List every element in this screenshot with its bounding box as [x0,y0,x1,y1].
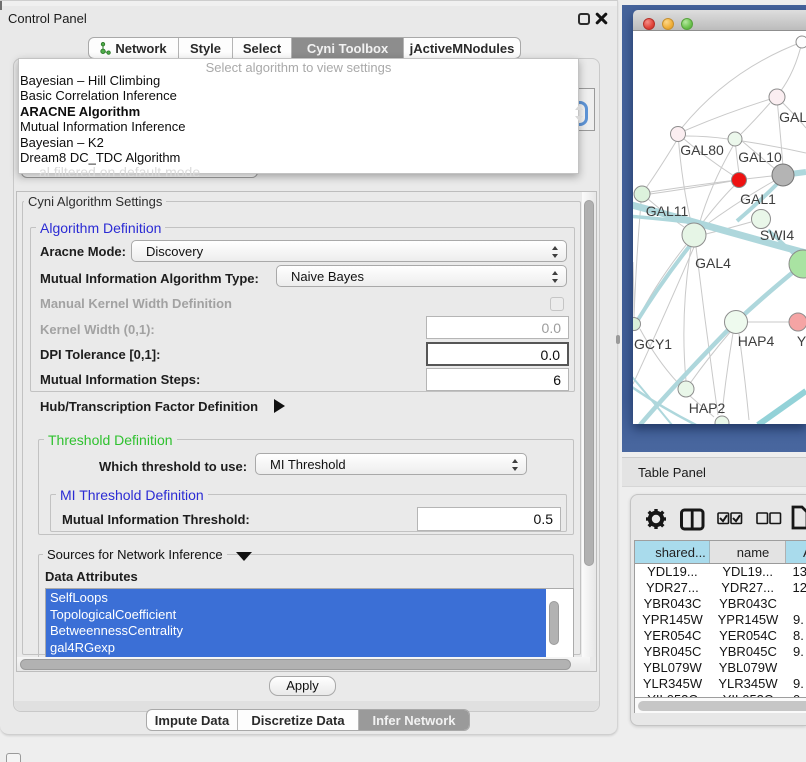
svg-text:GAL2: GAL2 [779,109,806,125]
svg-text:HAP2: HAP2 [689,400,726,416]
svg-text:GAL10: GAL10 [738,149,782,165]
svg-text:GAL80: GAL80 [680,142,724,158]
svg-text:SWI4: SWI4 [760,227,794,243]
svg-text:GAL1: GAL1 [740,191,776,207]
svg-text:GAL4: GAL4 [695,255,731,271]
svg-text:YJ: YJ [797,333,806,349]
svg-text:GAL11: GAL11 [646,203,689,219]
svg-text:GCY1: GCY1 [634,336,672,352]
svg-text:HAP4: HAP4 [738,333,775,349]
